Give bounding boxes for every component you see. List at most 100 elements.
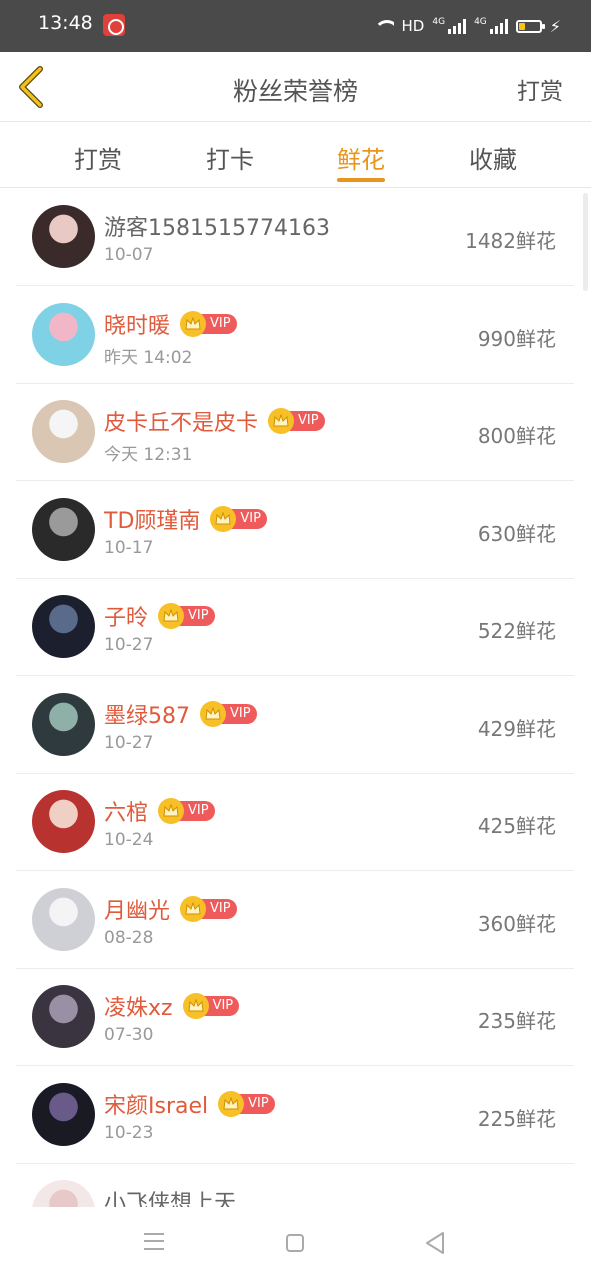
avatar[interactable] xyxy=(32,985,95,1048)
flower-count: 429鲜花 xyxy=(477,716,556,741)
flower-count: 630鲜花 xyxy=(477,521,556,546)
flower-count: 990鲜花 xyxy=(477,326,556,351)
timestamp: 10-07 xyxy=(104,245,154,265)
list-item[interactable]: 凌姝xz VIP 07-30 235鲜花 xyxy=(16,969,574,1066)
name-line: 六棺 VIP xyxy=(104,796,215,826)
vip-badge: VIP xyxy=(210,505,267,532)
list-item[interactable]: 皮卡丘不是皮卡 VIP 今天 12:31 800鲜花 xyxy=(16,384,574,481)
list-item[interactable]: TD顾瑾南 VIP 10-17 630鲜花 xyxy=(16,482,574,579)
list-item[interactable]: 墨绿587 VIP 10-27 429鲜花 xyxy=(16,677,574,774)
crown-icon xyxy=(268,408,295,434)
user-name: 晓时暖 xyxy=(104,313,171,339)
vip-badge: VIP xyxy=(180,895,237,922)
crown-icon xyxy=(180,895,207,922)
signal-2-icon: 4G xyxy=(474,18,508,34)
status-bar: 13:48 HD 4G 4G ⚡ xyxy=(0,0,591,52)
user-name: 月幽光 xyxy=(104,898,171,924)
flower-count: 800鲜花 xyxy=(477,424,556,448)
reward-button[interactable]: 打赏 xyxy=(517,72,563,106)
avatar[interactable] xyxy=(32,302,95,366)
name-line: 游客1581515774163 xyxy=(104,211,330,241)
user-name: 六棺 xyxy=(104,801,149,826)
hd-label: HD xyxy=(401,17,425,35)
name-line: 小飞侠想上天 xyxy=(104,1186,236,1207)
list-item[interactable]: 子昤 VIP 10-27 522鲜花 xyxy=(16,579,574,676)
user-name: 小飞侠想上天 xyxy=(104,1191,237,1207)
ranking-list[interactable]: 游客1581515774163 10-07 1482鲜花晓时暖 VIP 昨天 14:02… xyxy=(0,189,591,1207)
list-item[interactable]: 月幽光 VIP 08-28 360鲜花 xyxy=(16,872,574,969)
timestamp: 08-28 xyxy=(104,927,154,948)
home-icon[interactable] xyxy=(286,1234,304,1252)
flower-count: 1482鲜花 xyxy=(465,229,556,253)
name-line: TD顾瑾南 VIP xyxy=(104,504,267,534)
flower-count: 360鲜花 xyxy=(477,911,556,936)
crown-icon xyxy=(180,310,207,337)
timestamp: 07-30 xyxy=(104,1025,154,1045)
list-item[interactable]: 游客1581515774163 10-07 1482鲜花 xyxy=(16,189,574,286)
avatar[interactable] xyxy=(32,887,95,951)
name-line: 子昤 VIP xyxy=(104,601,215,631)
name-line: 宋颜Israel VIP xyxy=(104,1089,275,1119)
list-item[interactable]: 宋颜Israel VIP 10-23 225鲜花 xyxy=(16,1067,574,1164)
user-name: 宋颜Israel xyxy=(104,1093,209,1119)
avatar[interactable] xyxy=(32,497,95,561)
avatar[interactable] xyxy=(32,1082,95,1146)
vip-badge: VIP xyxy=(158,798,215,824)
user-name: 墨绿587 xyxy=(104,703,190,729)
avatar[interactable] xyxy=(32,790,95,853)
vip-badge: VIP xyxy=(158,603,215,629)
tab-bar: 打赏 打卡 鲜花 收藏 xyxy=(0,122,591,188)
charging-icon: ⚡ xyxy=(549,16,561,36)
timestamp: 10-23 xyxy=(104,1122,154,1143)
timestamp: 今天 12:31 xyxy=(104,445,193,465)
name-line: 凌姝xz VIP xyxy=(104,991,240,1021)
flower-count: 425鲜花 xyxy=(477,814,556,838)
list-item[interactable]: 六棺 VIP 10-24 425鲜花 xyxy=(16,774,574,871)
crown-icon xyxy=(182,993,209,1019)
signal-1-icon: 4G xyxy=(432,18,467,34)
user-name: TD顾瑾南 xyxy=(104,508,201,534)
name-line: 皮卡丘不是皮卡 VIP xyxy=(104,406,325,436)
vip-badge: VIP xyxy=(200,700,257,727)
vip-badge: VIP xyxy=(182,993,240,1019)
menu-icon[interactable] xyxy=(144,1233,164,1250)
crown-icon xyxy=(210,505,237,532)
avatar[interactable] xyxy=(32,595,95,658)
system-nav-bar xyxy=(0,1207,591,1280)
user-name: 凌姝xz xyxy=(104,996,173,1021)
user-name: 皮卡丘不是皮卡 xyxy=(104,411,259,436)
timestamp: 10-27 xyxy=(104,732,154,753)
avatar[interactable] xyxy=(32,1180,95,1207)
page-title: 粉丝荣誉榜 xyxy=(232,77,358,106)
tab-active-indicator xyxy=(337,178,385,182)
name-line: 月幽光 VIP xyxy=(104,894,237,924)
crown-icon xyxy=(200,700,226,727)
name-line: 墨绿587 VIP xyxy=(104,699,257,729)
avatar[interactable] xyxy=(32,400,95,463)
tab-favorites[interactable]: 收藏 xyxy=(453,140,533,175)
scrollbar[interactable] xyxy=(583,193,588,291)
wifi-icon xyxy=(373,18,394,34)
tab-reward[interactable]: 打赏 xyxy=(58,140,138,175)
avatar[interactable] xyxy=(32,205,95,268)
crown-icon xyxy=(218,1090,245,1117)
user-name: 子昤 xyxy=(104,606,149,631)
vip-badge: VIP xyxy=(218,1090,275,1117)
list-item[interactable]: 小飞侠想上天 xyxy=(16,1164,574,1207)
tab-flowers[interactable]: 鲜花 xyxy=(321,140,401,175)
timestamp: 10-17 xyxy=(104,537,154,558)
flower-count: 522鲜花 xyxy=(477,619,556,643)
flower-count: 235鲜花 xyxy=(477,1009,556,1033)
status-time: 13:48 xyxy=(38,12,93,34)
timestamp: 10-27 xyxy=(104,635,154,655)
name-line: 晓时暖 VIP xyxy=(104,309,237,339)
tab-checkin[interactable]: 打卡 xyxy=(190,140,270,175)
nav-bar: 粉丝荣誉榜 打赏 xyxy=(0,52,591,122)
crown-icon xyxy=(158,798,185,824)
status-icons: HD 4G 4G ⚡ xyxy=(373,14,561,38)
timestamp: 昨天 14:02 xyxy=(104,347,193,368)
avatar[interactable] xyxy=(32,692,95,756)
list-item[interactable]: 晓时暖 VIP 昨天 14:02 990鲜花 xyxy=(16,287,574,384)
vip-badge: VIP xyxy=(180,310,237,337)
vip-badge: VIP xyxy=(268,408,325,434)
